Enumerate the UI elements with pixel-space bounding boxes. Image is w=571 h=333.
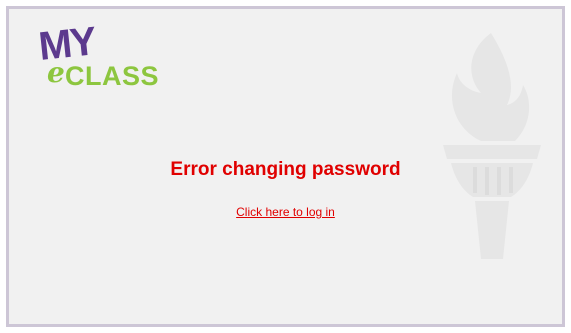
content-panel: MY e CLASS Error changing password Click… xyxy=(6,6,565,327)
logo-e-text: e xyxy=(47,56,65,89)
error-title: Error changing password xyxy=(170,159,401,180)
torch-watermark-icon xyxy=(443,33,541,259)
login-link-container: Click here to log in xyxy=(9,205,562,219)
logo-class-text: CLASS xyxy=(65,61,160,91)
myeclass-logo: MY e CLASS xyxy=(37,19,216,97)
login-link[interactable]: Click here to log in xyxy=(236,205,335,219)
